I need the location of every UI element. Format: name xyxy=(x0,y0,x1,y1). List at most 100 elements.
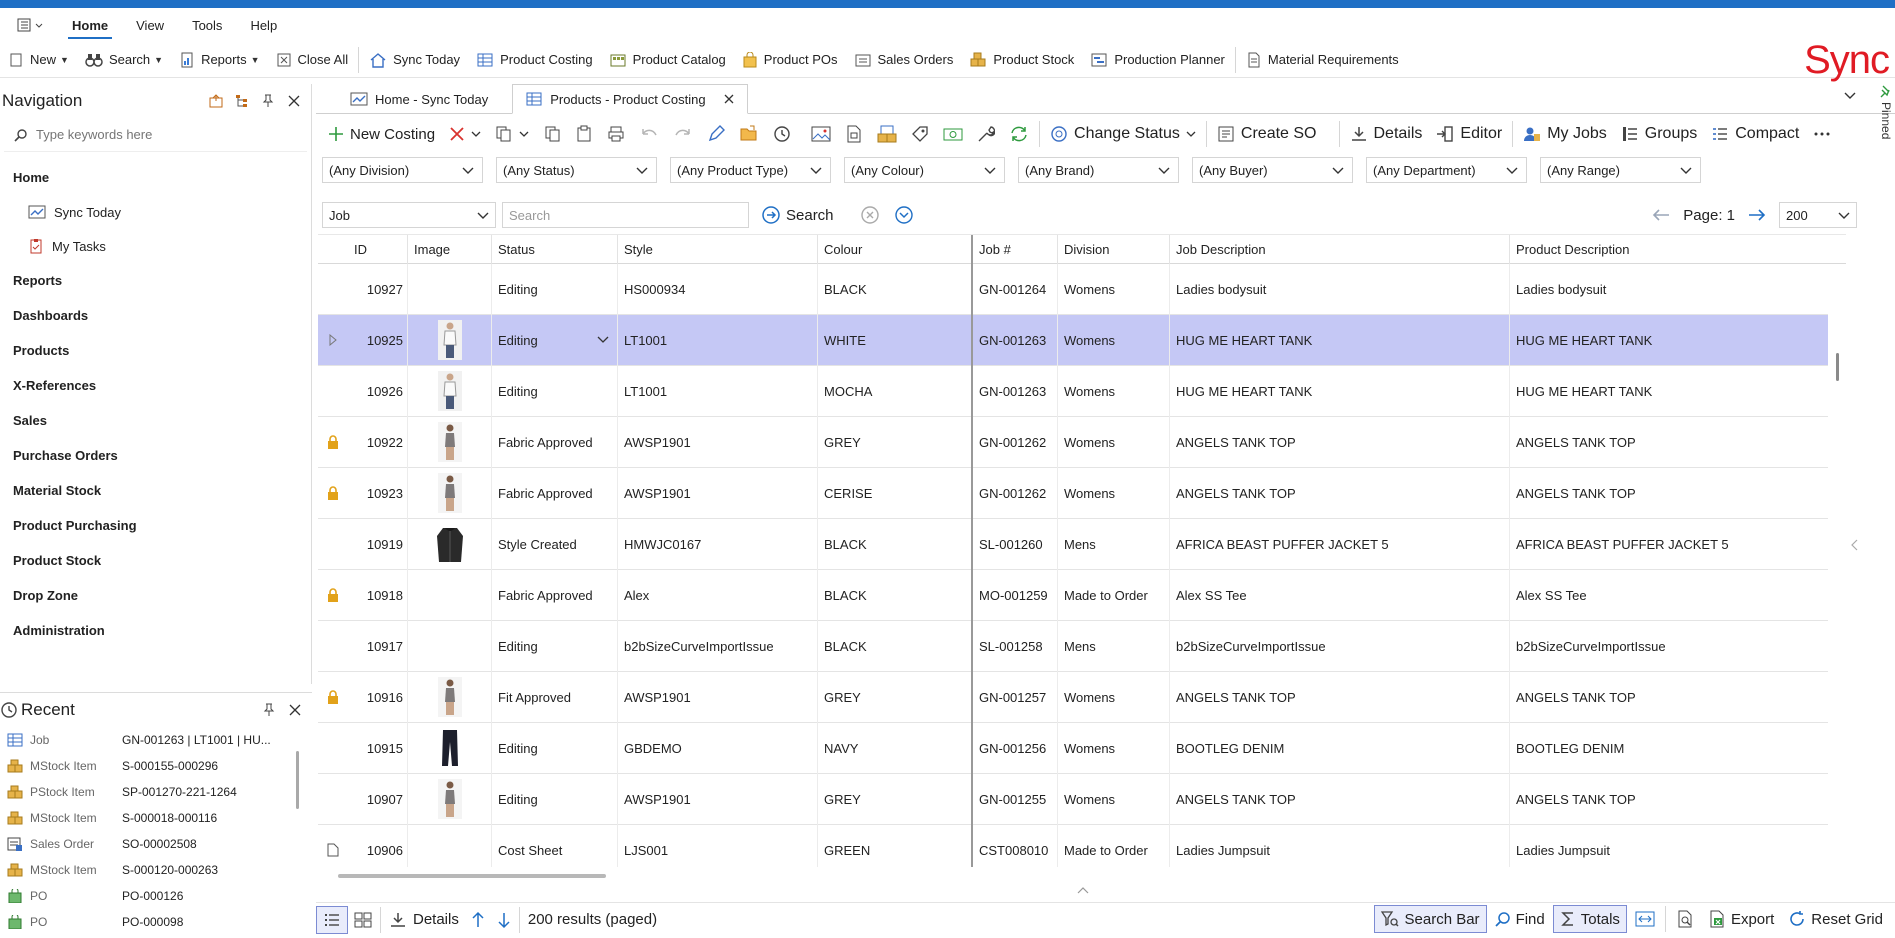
recent-item[interactable]: PO PO-000126 xyxy=(0,883,312,909)
move-down-button[interactable] xyxy=(491,906,517,934)
find-button[interactable]: Find xyxy=(1489,905,1551,933)
column-header-division[interactable]: Division xyxy=(1058,235,1170,264)
change-status-button[interactable]: Change Status xyxy=(1044,119,1202,149)
totals-toggle[interactable]: Totals xyxy=(1552,905,1627,933)
reset-grid-button[interactable]: Reset Grid xyxy=(1782,905,1889,933)
tab-home-sync-today[interactable]: Home - Sync Today xyxy=(338,85,500,113)
table-row[interactable]: 10919 Style Created HMWJC0167 BLACK SL-00126… xyxy=(318,518,1828,570)
nav-section-product-purchasing[interactable]: Product Purchasing xyxy=(0,508,311,543)
recent-item[interactable]: MStock Item S-000018-000116 xyxy=(0,805,312,831)
nav-section-product-stock[interactable]: Product Stock xyxy=(0,543,311,578)
column-header-id[interactable]: ID xyxy=(348,235,408,264)
menu-help[interactable]: Help xyxy=(236,8,291,42)
recent-item[interactable]: Sales Order SO-00002508 xyxy=(0,831,312,857)
chevron-left-icon[interactable] xyxy=(1850,538,1858,552)
compact-button[interactable]: Compact xyxy=(1705,119,1805,149)
move-up-button[interactable] xyxy=(465,906,491,934)
product-stock-button[interactable]: Product Stock xyxy=(961,45,1082,75)
production-planner-button[interactable]: Production Planner xyxy=(1082,45,1233,75)
nav-item-my-tasks[interactable]: My Tasks xyxy=(0,229,311,263)
expand-row-icon[interactable] xyxy=(318,315,348,366)
pin-button[interactable] xyxy=(256,703,282,717)
nav-section-purchase-orders[interactable]: Purchase Orders xyxy=(0,438,311,473)
product-catalog-button[interactable]: Product Catalog xyxy=(601,45,734,75)
search-options-icon[interactable] xyxy=(894,205,914,225)
edit-button[interactable] xyxy=(701,119,731,149)
menu-tools[interactable]: Tools xyxy=(178,8,236,42)
nav-section-reports[interactable]: Reports xyxy=(0,263,311,298)
my-jobs-button[interactable]: My Jobs xyxy=(1517,119,1613,149)
table-row[interactable]: 10925 Editing LT1001 WHITE GN-001263 Womens HU… xyxy=(318,314,1828,366)
sheet-button[interactable] xyxy=(839,119,869,149)
table-row[interactable]: 10923 Fabric Approved AWSP1901 CERISE GN-001… xyxy=(318,467,1828,519)
chevron-up-icon[interactable] xyxy=(1076,886,1090,894)
recent-item[interactable]: MStock Item S-000120-000263 xyxy=(0,857,312,883)
duplicate-button[interactable] xyxy=(537,119,567,149)
table-row[interactable]: 10922 Fabric Approved AWSP1901 GREY GN-00126… xyxy=(318,416,1828,468)
table-row[interactable]: 10927 Editing HS000934 BLACK GN-001264 Womens… xyxy=(318,263,1828,315)
table-row[interactable]: 10907 Editing AWSP1901 GREY GN-001255 Womens A… xyxy=(318,773,1828,825)
list-view-button[interactable] xyxy=(316,905,348,934)
open-button[interactable] xyxy=(733,119,765,149)
nav-item-sync-today[interactable]: Sync Today xyxy=(0,195,311,229)
create-so-button[interactable]: Create SO xyxy=(1211,119,1323,149)
editor-button[interactable]: Editor xyxy=(1430,119,1508,149)
recent-item[interactable]: Job GN-001263 | LT1001 | HU... xyxy=(0,727,312,753)
table-row[interactable]: 10916 Fit Approved AWSP1901 GREY GN-001257 Wo… xyxy=(318,671,1828,723)
navigation-search[interactable] xyxy=(4,118,307,152)
range-filter[interactable]: (Any Range) xyxy=(1540,157,1701,183)
collapse-all-button[interactable] xyxy=(203,88,229,114)
sync-today-button[interactable]: Sync Today xyxy=(361,45,468,75)
menu-home[interactable]: Home xyxy=(58,8,122,42)
nav-section-administration[interactable]: Administration xyxy=(0,613,311,648)
groups-button[interactable]: Groups xyxy=(1615,119,1703,149)
pin-button[interactable] xyxy=(255,88,281,114)
status-filter[interactable]: (Any Status) xyxy=(496,157,657,183)
grid-horizontal-scrollbar[interactable] xyxy=(338,874,606,878)
product-type-filter[interactable]: (Any Product Type) xyxy=(670,157,831,183)
close-button[interactable] xyxy=(282,704,308,716)
delete-button[interactable] xyxy=(443,119,487,149)
refresh-button[interactable] xyxy=(1003,119,1035,149)
pinned-panel-tab[interactable]: Pinned xyxy=(1877,84,1895,166)
fit-columns-button[interactable] xyxy=(1629,905,1661,933)
menu-view[interactable]: View xyxy=(122,8,178,42)
tag-button[interactable] xyxy=(905,119,935,149)
division-filter[interactable]: (Any Division) xyxy=(322,157,483,183)
search-menu-button[interactable]: Search ▼ xyxy=(77,45,171,75)
column-header-job-description[interactable]: Job Description xyxy=(1170,235,1510,264)
recent-item[interactable]: PStock Item SP-001270-221-1264 xyxy=(0,779,312,805)
column-header-style[interactable]: Style xyxy=(618,235,818,264)
table-row[interactable]: 10926 Editing LT1001 MOCHA GN-001263 Womens HU… xyxy=(318,365,1828,417)
reports-button[interactable]: Reports ▼ xyxy=(171,45,267,75)
recent-scrollbar[interactable] xyxy=(296,751,299,809)
nav-section-products[interactable]: Products xyxy=(0,333,311,368)
new-costing-button[interactable]: New Costing xyxy=(316,119,441,149)
nav-section-dashboards[interactable]: Dashboards xyxy=(0,298,311,333)
recent-item[interactable]: MStock Item S-000155-000296 xyxy=(0,753,312,779)
close-icon[interactable] xyxy=(723,93,735,105)
redo-button[interactable] xyxy=(667,119,699,149)
previous-page-icon[interactable] xyxy=(1651,207,1671,223)
nav-section-x-references[interactable]: X-References xyxy=(0,368,311,403)
nav-section-material-stock[interactable]: Material Stock xyxy=(0,473,311,508)
app-menu-button[interactable] xyxy=(0,8,58,42)
search-button[interactable]: Search xyxy=(761,205,834,225)
search-input[interactable]: Search xyxy=(502,202,749,228)
next-page-icon[interactable] xyxy=(1747,207,1767,223)
status-details-button[interactable]: Details xyxy=(383,906,465,934)
chevron-down-icon[interactable] xyxy=(597,336,609,344)
tab-list-chevron-icon[interactable] xyxy=(1843,90,1857,100)
material-requirements-button[interactable]: Material Requirements xyxy=(1238,45,1407,75)
nav-section-home[interactable]: Home xyxy=(0,160,311,195)
close-all-button[interactable]: Close All xyxy=(268,45,357,75)
tools-button[interactable] xyxy=(971,119,1001,149)
buyer-filter[interactable]: (Any Buyer) xyxy=(1192,157,1353,183)
nav-section-drop-zone[interactable]: Drop Zone xyxy=(0,578,311,613)
navigation-search-input[interactable] xyxy=(36,127,296,142)
card-view-button[interactable] xyxy=(348,906,378,934)
page-size-select[interactable]: 200 xyxy=(1779,202,1857,228)
image-button[interactable] xyxy=(805,119,837,149)
brand-filter[interactable]: (Any Brand) xyxy=(1018,157,1179,183)
print-button[interactable] xyxy=(601,119,631,149)
